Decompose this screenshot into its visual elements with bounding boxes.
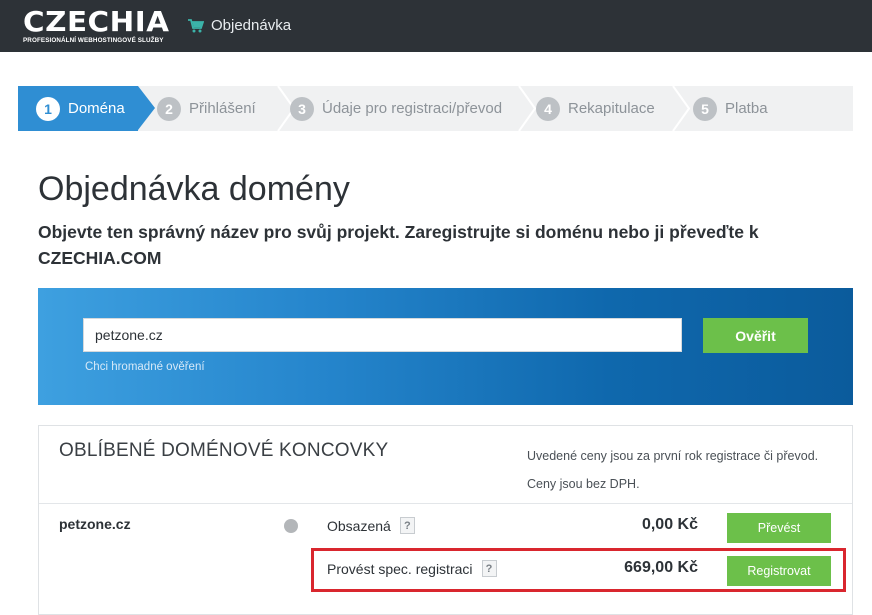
price-note-line: Uvedené ceny jsou za první rok registrac…	[527, 449, 819, 463]
step-label: Platba	[725, 100, 768, 117]
transfer-price: 0,00 Kč	[641, 516, 698, 533]
domain-search-panel: Ověřit Chci hromadné ověření	[38, 288, 853, 405]
step-registration-details[interactable]: 3 Údaje pro registraci/převod	[290, 86, 530, 131]
status-taken: Obsazená ?	[327, 517, 415, 534]
bulk-check-link[interactable]: Chci hromadné ověření	[85, 361, 205, 373]
czechia-logo[interactable]: CZECHIA PROFESIONÁLNÍ WEBHOSTINGOVÉ SLUŽ…	[23, 8, 169, 45]
step-label: Údaje pro registraci/převod	[322, 100, 503, 117]
step-number: 4	[536, 96, 560, 121]
step-login[interactable]: 2 Přihlášení	[157, 86, 277, 131]
logo-text: CZECHIA	[23, 5, 170, 38]
nav-order-link[interactable]: Objednávka	[188, 17, 291, 34]
top-bar: CZECHIA PROFESIONÁLNÍ WEBHOSTINGOVÉ SLUŽ…	[0, 0, 872, 52]
transfer-button[interactable]: Převést	[727, 513, 831, 543]
step-number: 2	[157, 96, 181, 121]
step-number: 5	[693, 96, 717, 121]
divider	[39, 503, 852, 504]
step-arrow	[138, 86, 155, 130]
domain-search-input[interactable]	[83, 318, 682, 352]
page-subtitle: Objevte ten správný název pro svůj proje…	[38, 222, 759, 268]
price-note-line: Ceny jsou bez DPH.	[527, 477, 640, 491]
help-icon[interactable]: ?	[399, 517, 415, 534]
verify-button[interactable]: Ověřit	[703, 318, 808, 353]
cart-icon	[188, 18, 204, 33]
status-dot-icon	[284, 519, 298, 533]
order-steps: 1 Doména 2 Přihlášení 3 Údaje pro regist…	[18, 86, 853, 131]
step-number: 1	[36, 96, 60, 121]
logo-tagline: PROFESIONÁLNÍ WEBHOSTINGOVÉ SLUŽBY	[23, 37, 164, 44]
nav-order-label: Objednávka	[211, 17, 292, 34]
popular-tld-section: OBLÍBENÉ DOMÉNOVÉ KONCOVKY Uvedené ceny …	[38, 425, 853, 615]
step-payment[interactable]: 5 Platba	[693, 86, 813, 131]
step-label: Přihlášení	[189, 100, 256, 117]
special-registration: Provést spec. registraci ?	[327, 560, 497, 577]
step-label: Rekapitulace	[568, 100, 655, 117]
page-title: Objednávka domény	[38, 170, 350, 208]
step-recap[interactable]: 4 Rekapitulace	[536, 86, 676, 131]
tld-section-title: OBLÍBENÉ DOMÉNOVÉ KONCOVKY	[59, 440, 389, 461]
price-note: Uvedené ceny jsou za první rok registrac…	[527, 442, 818, 498]
status-label: Obsazená	[327, 517, 391, 534]
result-domain-name: petzone.cz	[59, 516, 131, 532]
registration-price: 669,00 Kč	[624, 559, 698, 576]
register-button[interactable]: Registrovat	[727, 556, 831, 586]
step-label: Doména	[68, 100, 125, 117]
step-domain[interactable]: 1 Doména	[18, 86, 138, 131]
help-icon[interactable]: ?	[481, 560, 497, 577]
special-registration-label: Provést spec. registraci	[327, 560, 473, 577]
step-number: 3	[290, 96, 314, 121]
